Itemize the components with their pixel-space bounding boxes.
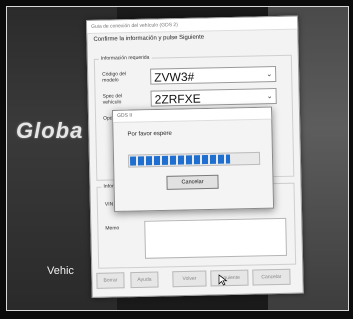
chevron-down-icon: ⌄: [266, 93, 273, 101]
progress-titlebar: GDS II: [113, 107, 272, 123]
mouse-cursor-icon: [218, 274, 228, 286]
memo-field[interactable]: [144, 217, 287, 259]
vehicle-text: Vehic: [47, 265, 74, 277]
help-button[interactable]: Ayuda: [130, 271, 159, 289]
spec-select[interactable]: 2ZRFXE ⌄: [150, 88, 277, 107]
section-title: Información requerida: [98, 54, 152, 62]
spec-value: 2ZRFXE: [154, 91, 201, 107]
wait-message: Por favor espere: [127, 130, 172, 138]
cancel-main-button[interactable]: Cancelar: [252, 268, 291, 286]
vin-label: VIN: [104, 201, 114, 208]
progress-bar: [127, 151, 261, 168]
progress-dialog: GDS II Por favor espere Cancelar: [112, 106, 275, 212]
vehicle-code-select[interactable]: ZVW3# ⌄: [150, 66, 277, 85]
spec-label: Spec del vehículo: [102, 93, 123, 106]
memo-label: Memo: [105, 225, 120, 232]
next-button[interactable]: Siguiente: [210, 269, 249, 287]
back-button[interactable]: Volver: [172, 270, 207, 288]
progress-bar-fill: [129, 154, 231, 166]
vehicle-code-label: Código del modelo: [102, 71, 127, 84]
chevron-down-icon: ⌄: [266, 71, 273, 79]
vehicle-code-value: ZVW3#: [154, 69, 195, 85]
brand-text: Globa: [16, 118, 84, 143]
cancel-button[interactable]: Cancelar: [166, 174, 219, 190]
clear-button[interactable]: Borrar: [96, 272, 125, 289]
